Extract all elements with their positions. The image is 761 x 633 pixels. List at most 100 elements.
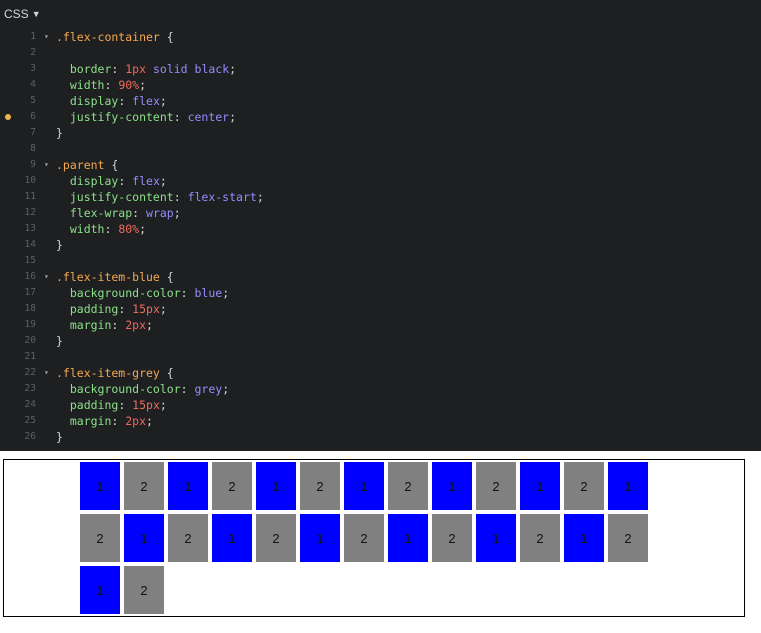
flex-item-grey: 2 [344,514,384,562]
code-text: margin: 2px; [56,317,153,333]
flex-item-blue: 1 [168,462,208,510]
line-number: 22 [24,367,36,378]
code-token: { [104,158,119,172]
flex-item-grey: 2 [212,462,252,510]
code-text: padding: 15px; [56,301,167,317]
code-token: ; [159,94,167,108]
code-token: 15px [132,398,160,412]
code-token: : [118,94,133,108]
code-token: } [56,430,63,444]
code-token: width [56,222,105,236]
code-token: .flex-item-grey [56,366,160,380]
flex-item-grey: 2 [564,462,604,510]
line-number: 23 [24,383,36,394]
line-number: 19 [24,319,36,330]
code-token: ; [173,206,181,220]
code-token: : [111,414,126,428]
code-text: width: 90%; [56,77,146,93]
code-token: ; [222,382,230,396]
code-text: .parent { [56,157,118,173]
code-token: : [173,190,188,204]
line-number: 20 [24,335,36,346]
flex-item-blue: 1 [344,462,384,510]
code-token: width [56,78,105,92]
code-token: ; [222,286,230,300]
flex-item-blue: 1 [388,514,428,562]
flex-item-blue: 1 [476,514,516,562]
line-number: 16 [24,271,36,282]
flex-item-grey: 2 [608,514,648,562]
code-token: ; [159,398,167,412]
code-token: 15px [132,302,160,316]
code-token: padding [56,302,119,316]
flex-item-grey: 2 [432,514,472,562]
line-number: 9 [30,159,36,170]
code-token: black [194,62,230,76]
code-text: background-color: blue; [56,285,229,301]
code-token: : [180,382,195,396]
code-text: margin: 2px; [56,413,153,429]
flex-item-grey: 2 [124,566,164,614]
line-number: 26 [24,431,36,442]
flex-item-blue: 1 [124,514,164,562]
code-token: .parent [56,158,105,172]
code-token: grey [194,382,223,396]
preview-flex-container: 1212121212121212121212121212 [3,459,745,617]
code-token: flex [132,94,160,108]
code-token: ; [159,302,167,316]
code-text: flex-wrap: wrap; [56,205,181,221]
code-token: ; [139,78,147,92]
code-token: justify-content [56,190,174,204]
code-text: padding: 15px; [56,397,167,413]
line-number: 2 [30,47,36,58]
code-text: } [56,125,63,141]
code-token: flex-wrap [56,206,133,220]
code-token: : [104,222,119,236]
flex-item-blue: 1 [80,566,120,614]
line-number: 3 [30,63,36,74]
flex-item-blue: 1 [608,462,648,510]
code-text: display: flex; [56,93,167,109]
flex-item-blue: 1 [212,514,252,562]
code-token: flex [132,174,160,188]
line-number: 18 [24,303,36,314]
css-editor-panel[interactable]: CSS ▼ 1 ▾ .flex-container {2 3 border: 1px … [0,0,761,451]
flex-item-grey: 2 [520,514,560,562]
code-token: : [111,318,126,332]
modified-line-dot-icon [5,114,11,120]
code-token: ; [256,190,264,204]
code-token: margin [56,414,112,428]
code-token: : [118,302,133,316]
code-token: justify-content [56,110,174,124]
code-token: background-color [56,382,181,396]
code-token: ; [146,318,153,332]
code-token: blue [194,286,223,300]
code-token: background-color [56,286,181,300]
code-token: ; [229,110,237,124]
fold-arrow-icon[interactable]: ▾ [44,365,52,381]
code-text: .flex-container { [56,29,174,45]
fold-arrow-icon[interactable]: ▾ [44,29,52,45]
line-number: 10 [24,175,36,186]
code-token: } [56,334,63,348]
code-token: : [180,286,195,300]
line-number: 17 [24,287,36,298]
fold-arrow-icon[interactable]: ▾ [44,269,52,285]
code-token: : [111,62,126,76]
code-token: wrap [146,206,174,220]
code-token: .flex-item-blue [56,270,160,284]
code-text: justify-content: flex-start; [56,189,264,205]
css-panel-toggle[interactable]: CSS ▼ [4,6,41,22]
flex-item-grey: 2 [388,462,428,510]
code-text: width: 80%; [56,221,146,237]
fold-arrow-icon[interactable]: ▾ [44,157,52,173]
line-number: 1 [30,31,36,42]
line-number: 21 [24,351,36,362]
code-token: display [56,94,119,108]
line-number: 6 [30,111,36,122]
line-number: 7 [30,127,36,138]
triangle-down-icon: ▼ [31,9,41,19]
code-token: .flex-container [56,30,160,44]
